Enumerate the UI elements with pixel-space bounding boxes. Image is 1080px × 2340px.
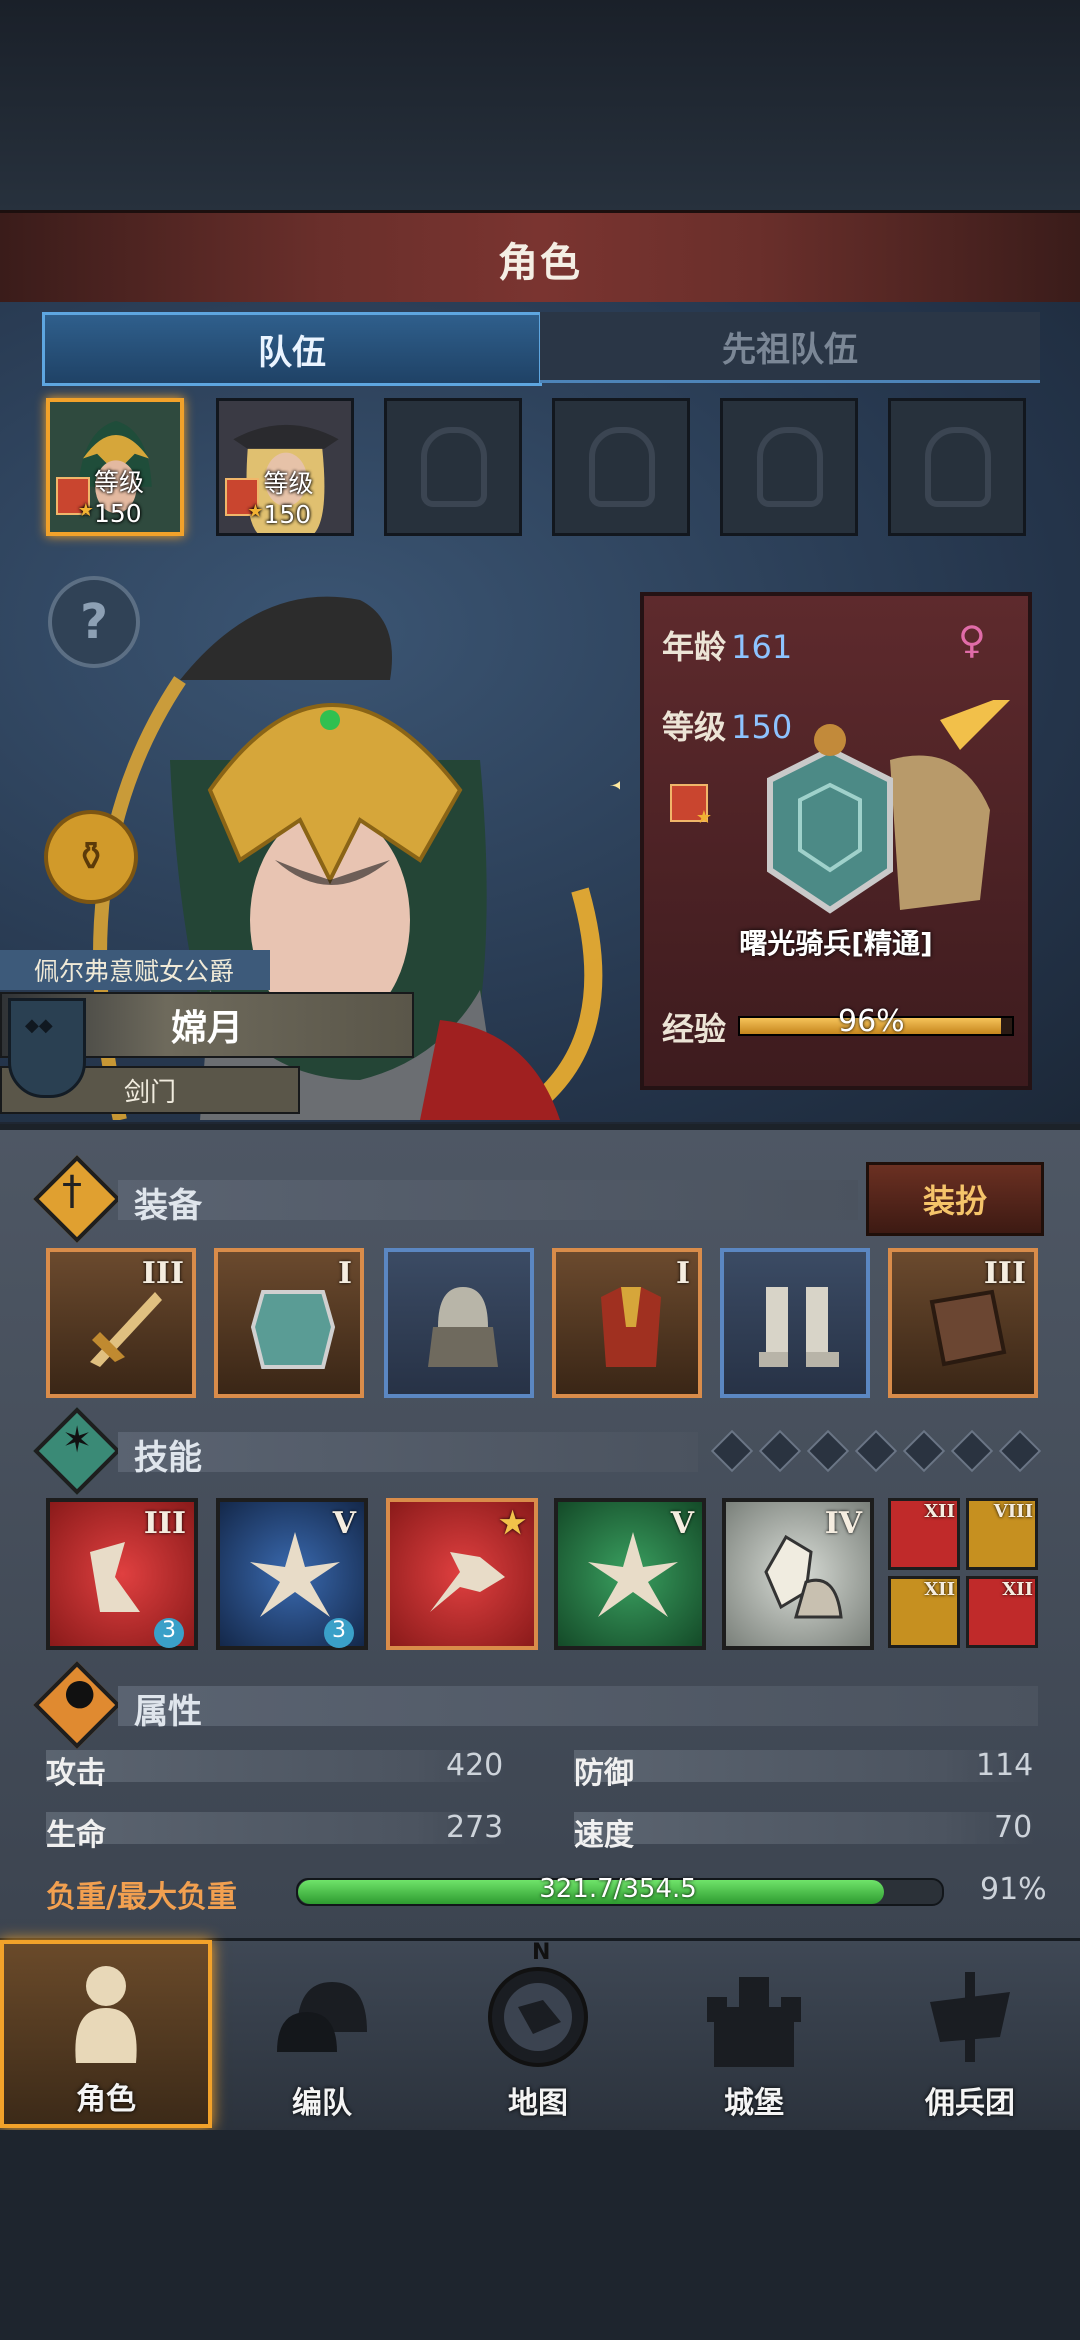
sword-icon xyxy=(90,1292,162,1367)
equip-slot-armor[interactable]: I xyxy=(552,1248,702,1398)
skill-slot-1[interactable]: III 3 xyxy=(46,1498,198,1650)
team-slot-empty[interactable] xyxy=(888,398,1026,536)
attr-attack-bar xyxy=(46,1750,506,1782)
nav-mercenary[interactable]: 佣兵团 xyxy=(864,1940,1076,2128)
nav-character[interactable]: 角色 xyxy=(0,1940,212,2128)
potion-icon[interactable]: ⚱ xyxy=(44,810,138,904)
attack-value: 420 xyxy=(446,1748,504,1783)
star-burst-icon: ✶ xyxy=(62,1420,93,1461)
equipment-title: 装备 xyxy=(134,1186,202,1226)
empty-helmet-icon xyxy=(589,427,655,507)
age-value: 161 xyxy=(731,628,793,666)
svg-text:✦: ✦ xyxy=(608,764,620,810)
exp-percent: 96% xyxy=(838,1004,905,1039)
empty-helmet-icon xyxy=(421,427,487,507)
castle-icon xyxy=(707,1977,801,2067)
help-button[interactable]: ? xyxy=(48,576,140,668)
unit-name: 曙光骑兵[精通] xyxy=(739,927,933,960)
nav-castle[interactable]: 城堡 xyxy=(648,1940,860,2128)
boots-icon xyxy=(759,1287,839,1367)
faction-crest-icon xyxy=(8,998,86,1098)
equip-slot-helmet[interactable] xyxy=(384,1248,534,1398)
attr-defense-bar xyxy=(574,1750,1034,1782)
slash-skill-icon xyxy=(90,1542,140,1612)
slot-1-level: 等级150 xyxy=(56,463,180,528)
skill-slot-4[interactable]: V xyxy=(554,1498,706,1650)
helmet-group-icon xyxy=(277,1982,367,2052)
exp-label: 经验 xyxy=(662,1010,727,1048)
passive-skill-3[interactable]: XII xyxy=(888,1576,960,1648)
skills-header-bar xyxy=(118,1432,698,1472)
armor-icon xyxy=(601,1287,661,1367)
mercenary-banner-icon xyxy=(930,1972,1010,2062)
equipment-header-bar xyxy=(118,1180,858,1220)
team-slot-empty[interactable] xyxy=(720,398,858,536)
equip-slot-boots[interactable] xyxy=(720,1248,870,1398)
load-label: 负重/最大负重 xyxy=(46,1880,237,1915)
nav-map[interactable]: 地图 xyxy=(432,1940,644,2128)
equip-slot-book[interactable]: III xyxy=(888,1248,1038,1398)
unit-class-icon xyxy=(56,476,94,521)
unit-class-icon xyxy=(670,784,712,828)
page-title: 角色 xyxy=(498,240,582,286)
attr-speed-bar xyxy=(574,1812,1034,1844)
crystal-burst-skill-icon xyxy=(588,1532,678,1617)
compass-north: N xyxy=(532,1940,551,1965)
shield-icon xyxy=(250,1290,336,1369)
speed-label: 速度 xyxy=(574,1818,634,1853)
hero-title: 佩尔弗意赋女公爵 xyxy=(0,950,270,990)
attributes-title: 属性 xyxy=(134,1692,202,1732)
skill-point-diamonds xyxy=(708,1429,1044,1473)
team-slot-empty[interactable] xyxy=(552,398,690,536)
hp-label: 生命 xyxy=(46,1818,106,1853)
age-row: 年龄 161 xyxy=(662,628,793,666)
slot-2-level: 等级150 xyxy=(225,464,351,529)
skill-slot-5[interactable]: IV xyxy=(722,1498,874,1650)
team-slot-1[interactable]: 等级150 xyxy=(46,398,184,536)
bottom-background xyxy=(0,2130,1080,2340)
dress-up-button[interactable]: 装扮 xyxy=(866,1162,1044,1236)
tab-ancestor-team[interactable]: 先祖队伍 xyxy=(540,312,1040,383)
book-icon xyxy=(929,1289,1007,1367)
skill-slot-2[interactable]: V 3 xyxy=(216,1498,368,1650)
attributes-header-bar xyxy=(118,1686,1038,1726)
attack-label: 攻击 xyxy=(46,1756,106,1791)
speed-value: 70 xyxy=(994,1810,1033,1845)
skill-level-badge: 3 xyxy=(154,1618,184,1648)
equip-slot-shield[interactable]: I xyxy=(214,1248,364,1398)
passive-skill-2[interactable]: VIII xyxy=(966,1498,1038,1570)
passive-skill-1[interactable]: XII xyxy=(888,1498,960,1570)
hp-value: 273 xyxy=(446,1810,504,1845)
tab-team[interactable]: 队伍 xyxy=(42,312,542,386)
skill-level-badge: 3 xyxy=(324,1618,354,1648)
passive-skill-4[interactable]: XII xyxy=(966,1576,1038,1648)
load-percent: 91% xyxy=(980,1872,1047,1907)
page-title-bar: 角色 xyxy=(0,210,1080,308)
load-value: 321.7/354.5 xyxy=(539,1874,697,1904)
nav-formation[interactable]: 编队 xyxy=(216,1940,428,2128)
cavalry-unit-icon[interactable] xyxy=(740,700,1020,930)
empty-helmet-icon xyxy=(925,427,991,507)
female-icon: ♀ xyxy=(958,618,986,662)
team-slot-empty[interactable] xyxy=(384,398,522,536)
skills-title: 技能 xyxy=(134,1438,202,1478)
sword-icon: † xyxy=(62,1168,82,1214)
empty-helmet-icon xyxy=(757,427,823,507)
attr-hp-bar xyxy=(46,1812,506,1844)
team-slot-2[interactable]: 等级150 xyxy=(216,398,354,536)
compass-map-icon xyxy=(488,1967,588,2067)
defense-label: 防御 xyxy=(574,1756,634,1791)
top-background xyxy=(0,0,1080,210)
crystal-skill-icon xyxy=(764,1534,843,1619)
person-icon: ● xyxy=(64,1672,96,1713)
equip-slot-weapon[interactable]: III xyxy=(46,1248,196,1398)
skill-slot-3[interactable]: ★ xyxy=(386,1498,538,1650)
knight-icon xyxy=(75,1966,137,2063)
unit-class-icon xyxy=(225,477,264,522)
charge-skill-icon xyxy=(430,1552,505,1612)
defense-value: 114 xyxy=(976,1748,1034,1783)
burst-skill-icon xyxy=(250,1532,340,1617)
helmet-icon xyxy=(428,1287,498,1367)
